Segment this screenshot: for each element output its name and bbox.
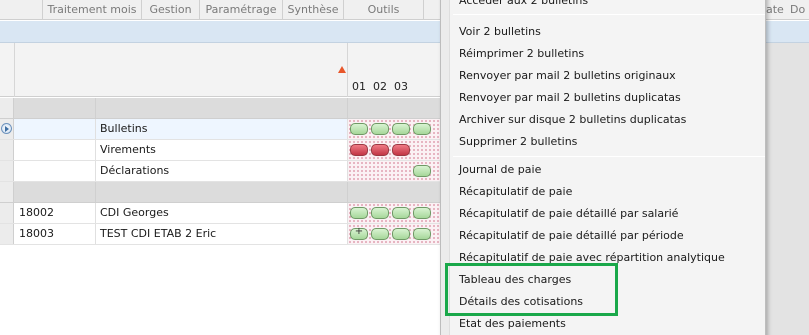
status-pill-green[interactable] [413, 228, 431, 240]
row-selector[interactable] [0, 98, 14, 118]
menu-item-mail-duplicatas[interactable]: Renvoyer par mail 2 bulletins duplicatas [459, 88, 681, 108]
status-pill-green[interactable] [350, 123, 368, 135]
row-label: CDI Georges [96, 203, 348, 223]
row-label: Déclarations [96, 161, 348, 181]
header-divider [14, 43, 15, 97]
row-selector[interactable] [0, 224, 14, 244]
status-cells [348, 140, 440, 160]
current-row-arrow-icon [1, 123, 12, 134]
menu-item-recap-salarie[interactable]: Récapitulatif de paie détaillé par salar… [459, 204, 678, 224]
menu-item-supprimer[interactable]: Supprimer 2 bulletins [459, 132, 577, 152]
row-selector[interactable] [0, 140, 14, 160]
row-label [96, 182, 348, 202]
row-selector[interactable] [0, 161, 14, 181]
status-pill-green[interactable] [371, 228, 389, 240]
menu-right-item-2[interactable]: Do [790, 0, 805, 20]
table-row-bulletins[interactable]: Bulletins [0, 119, 440, 140]
menu-item-acceder-bulletins[interactable]: Accéder aux 2 bulletins [459, 0, 588, 11]
row-selector[interactable] [0, 119, 14, 139]
status-cells [348, 161, 440, 181]
status-cells [348, 203, 440, 223]
status-pill-green[interactable] [350, 207, 368, 219]
row-code [15, 98, 96, 118]
table-row-declarations[interactable]: Déclarations [0, 161, 440, 182]
column-header-03[interactable]: 03 [394, 80, 408, 93]
menu-item-reimprimer[interactable]: Réimprimer 2 bulletins [459, 44, 584, 64]
menu-item-voir-bulletins[interactable]: Voir 2 bulletins [459, 22, 541, 42]
menu-parametrage[interactable]: Paramétrage [200, 0, 283, 20]
status-pill-green[interactable] [392, 123, 410, 135]
menu-bar-spacer [0, 0, 43, 20]
menu-item-etat-paiements[interactable]: Etat des paiements [459, 314, 566, 334]
row-selector[interactable] [0, 203, 14, 223]
status-cells [348, 119, 440, 139]
status-pill-green[interactable] [413, 123, 431, 135]
row-code [15, 140, 96, 160]
row-label [96, 98, 348, 118]
status-cells: + [348, 224, 440, 244]
menu-outils[interactable]: Outils [344, 0, 424, 20]
status-pill-green[interactable] [371, 123, 389, 135]
menu-item-archiver[interactable]: Archiver sur disque 2 bulletins duplicat… [459, 110, 686, 130]
menu-separator [453, 156, 765, 157]
row-selector[interactable] [0, 182, 14, 202]
row-label: Virements [96, 140, 348, 160]
status-pill-red[interactable] [371, 144, 389, 156]
plus-icon: + [354, 226, 364, 237]
group-row[interactable] [0, 182, 440, 203]
status-pill-red[interactable] [350, 144, 368, 156]
status-pill-green[interactable] [392, 228, 410, 240]
status-pill-add[interactable]: + [350, 226, 368, 240]
menu-separator [453, 14, 765, 15]
row-code: 18002 [15, 203, 96, 223]
status-pill-green[interactable] [413, 165, 431, 177]
menu-item-recap-paie[interactable]: Récapitulatif de paie [459, 182, 572, 202]
row-label: Bulletins [96, 119, 348, 139]
column-header-02[interactable]: 02 [373, 80, 387, 93]
group-row[interactable] [0, 98, 440, 119]
table-row-employee[interactable]: 18002 CDI Georges [0, 203, 440, 224]
menu-right-item-1[interactable]: ate [766, 0, 784, 20]
row-label: TEST CDI ETAB 2 Eric [96, 224, 348, 244]
menu-synthese[interactable]: Synthèse [283, 0, 344, 20]
menu-traitement-mois[interactable]: Traitement mois [43, 0, 142, 20]
table-row-employee[interactable]: 18003 TEST CDI ETAB 2 Eric + [0, 224, 440, 245]
menu-item-recap-periode[interactable]: Récapitulatif de paie détaillé par pério… [459, 226, 684, 246]
highlight-box [445, 263, 618, 316]
status-pill-green[interactable] [413, 207, 431, 219]
menu-item-mail-originaux[interactable]: Renvoyer par mail 2 bulletins originaux [459, 66, 676, 86]
row-code [15, 161, 96, 181]
table-row-virements[interactable]: Virements [0, 140, 440, 161]
row-code: 18003 [15, 224, 96, 244]
column-header-01[interactable]: 01 [352, 80, 366, 93]
menu-gestion[interactable]: Gestion [142, 0, 200, 20]
sort-arrow-icon[interactable] [338, 66, 346, 73]
row-code [15, 119, 96, 139]
header-divider [347, 43, 348, 97]
status-pill-red[interactable] [392, 144, 410, 156]
status-pill-green[interactable] [392, 207, 410, 219]
row-code [15, 182, 96, 202]
menu-item-journal-paie[interactable]: Journal de paie [459, 160, 541, 180]
status-pill-green[interactable] [371, 207, 389, 219]
